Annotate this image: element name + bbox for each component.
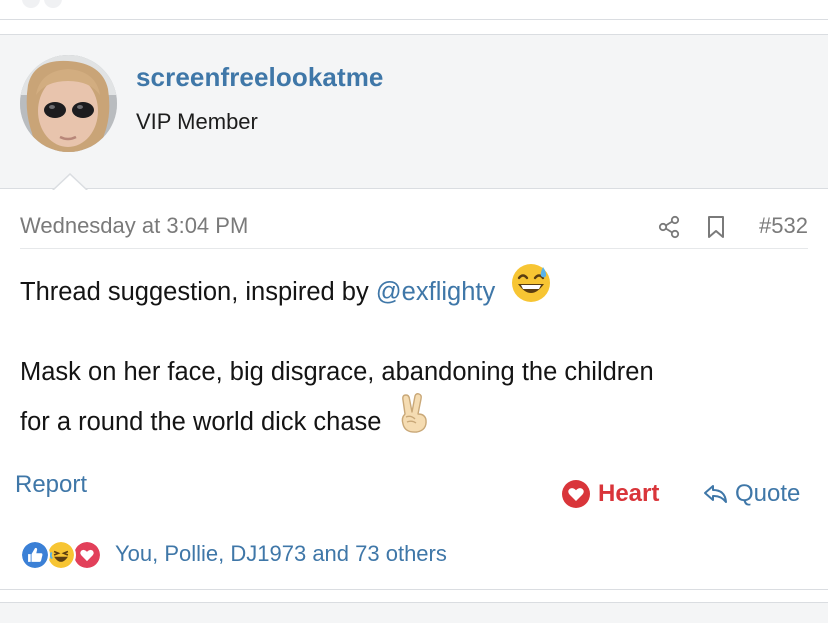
post-date-link[interactable]: Wednesday at 3:04 PM [20,213,248,239]
mention-link[interactable]: @exflighty [376,278,495,306]
heart-icon [562,480,590,508]
victory-hand-emoji [397,392,431,449]
heart-label: Heart [598,480,660,507]
bookmark-icon[interactable] [706,215,726,239]
post-gap [0,21,828,34]
avatar[interactable] [20,55,117,152]
reactions-bar[interactable]: You, Pollie, DJ1973 and 73 others [20,538,447,570]
post-text-1: Thread suggestion, inspired by [20,278,376,307]
post-body: Thread suggestion, inspired by @exflight… [20,264,810,441]
post-line-3: for a round the world dick chase [20,393,810,441]
username-link[interactable]: screenfreelookatme [136,62,383,93]
next-post-edge [0,602,828,623]
heart-button[interactable]: Heart [561,479,659,509]
post-meta-row: Wednesday at 3:04 PM #532 [20,209,808,249]
user-title: VIP Member [136,109,258,134]
avatar-image [20,55,117,152]
report-link[interactable]: Report [15,471,87,499]
grinning-sweat-emoji [510,262,552,319]
heart-reaction-icon [72,540,102,570]
message-arrow-fill [53,175,87,191]
quote-button[interactable]: Quote [703,479,800,509]
post-user-header: screenfreelookatme VIP Member [0,35,828,189]
reaction-icons [20,538,112,570]
previous-post-edge [0,0,828,20]
share-icon[interactable] [657,215,681,239]
previous-reaction-icon [44,0,62,8]
forum-post: screenfreelookatme VIP Member Wednesday … [0,34,828,590]
quote-label: Quote [735,480,801,507]
laughing-emoji-icon [46,540,76,570]
previous-reaction-icon [22,0,40,8]
post-line-1: Thread suggestion, inspired by @exflight… [20,264,810,311]
reply-arrow-icon [704,485,727,503]
post-text-3: for a round the world dick chase [20,408,382,437]
reactions-summary-link[interactable]: You, Pollie, DJ1973 and 73 others [115,541,447,567]
post-line-2: Mask on her face, big disgrace, abandoni… [20,358,654,386]
post-number-link[interactable]: #532 [759,213,808,239]
thumbs-up-icon [20,540,50,570]
